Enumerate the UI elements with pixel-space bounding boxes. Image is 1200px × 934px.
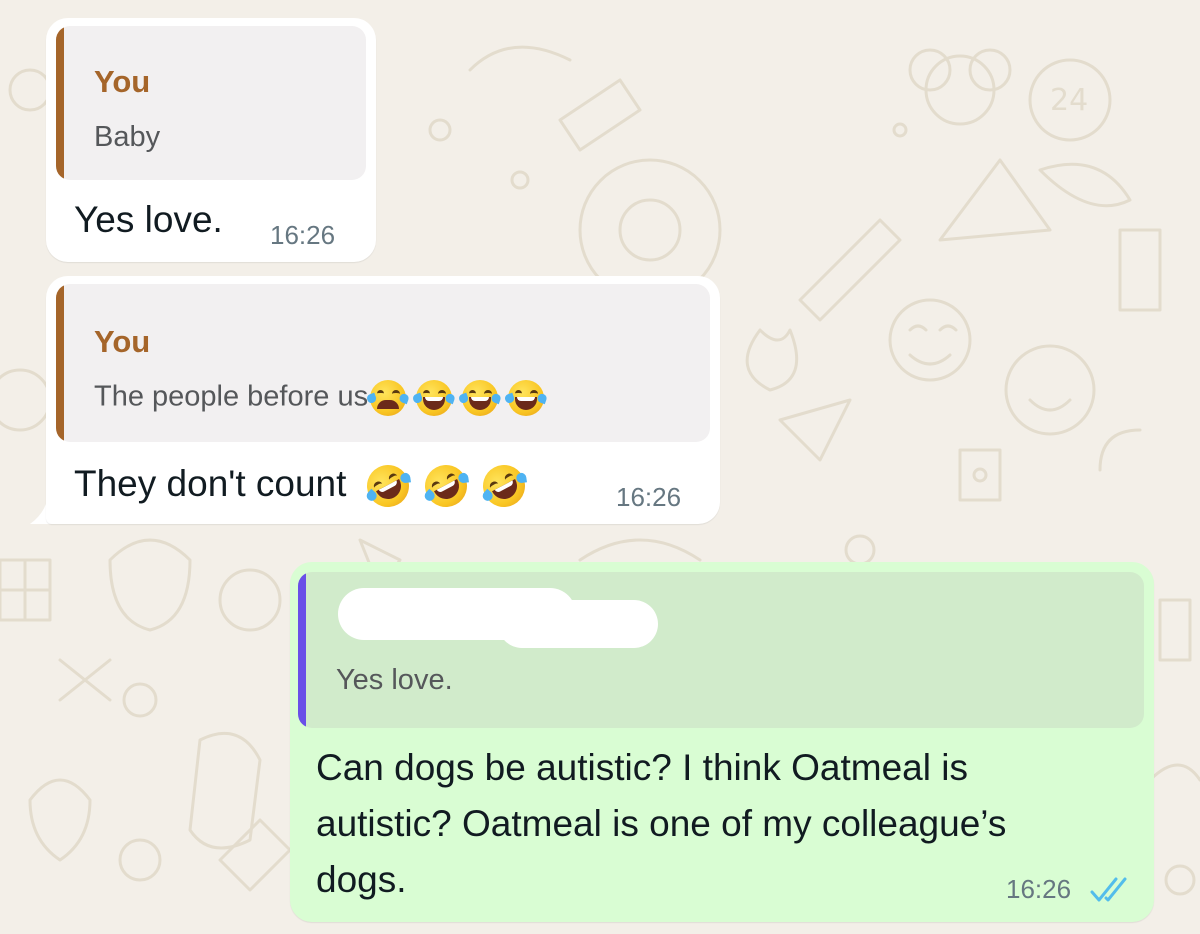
message-text-line: Can dogs be autistic? I think Oatmeal is bbox=[316, 747, 968, 788]
quote-text: Yes love. bbox=[336, 664, 453, 696]
redacted-author-name-extension bbox=[498, 600, 658, 648]
face-with-tears-of-joy-emoji bbox=[458, 380, 503, 416]
message-bubble-outgoing[interactable]: Yes love. Can dogs be autistic? I think … bbox=[290, 562, 1154, 922]
message-bubble-incoming[interactable]: You Baby Yes love. 16:26 bbox=[46, 18, 376, 262]
rolling-on-the-floor-laughing-emoji bbox=[475, 457, 533, 515]
quote-text: Baby bbox=[94, 121, 161, 153]
quote-accent-bar bbox=[56, 26, 64, 180]
quote-accent-bar bbox=[56, 284, 64, 442]
message-timestamp: 16:26 bbox=[270, 220, 336, 250]
loudly-crying-face-emoji bbox=[366, 380, 411, 416]
message-text: Can dogs be autistic? I think Oatmeal is… bbox=[316, 740, 1006, 908]
quote-accent-bar bbox=[298, 572, 306, 728]
message-timestamp: 16:26 bbox=[616, 482, 682, 512]
message-text-label: They don't count bbox=[74, 463, 347, 504]
message-text-line: autistic? Oatmeal is one of my colleague… bbox=[316, 803, 1007, 844]
message-text-line: dogs. bbox=[316, 859, 407, 900]
message-text: Yes love. bbox=[74, 199, 223, 240]
quote-text-label: The people before us bbox=[94, 380, 369, 413]
quoted-message[interactable]: You The people before us bbox=[56, 284, 710, 442]
face-with-tears-of-joy-emoji bbox=[412, 380, 457, 416]
message-text: They don't count bbox=[74, 456, 533, 515]
quoted-message[interactable]: You Baby bbox=[56, 26, 366, 180]
svg-text:24: 24 bbox=[1050, 83, 1088, 118]
quote-author: You bbox=[94, 324, 151, 359]
face-with-tears-of-joy-emoji bbox=[504, 380, 549, 416]
message-timestamp: 16:26 bbox=[1006, 874, 1072, 904]
rolling-on-the-floor-laughing-emoji bbox=[417, 457, 475, 515]
quoted-message[interactable]: Yes love. bbox=[298, 572, 1144, 728]
double-check-read-icon bbox=[1090, 877, 1127, 902]
quote-author: You bbox=[94, 64, 151, 99]
message-bubble-incoming[interactable]: You The people before us They don't coun… bbox=[46, 276, 720, 524]
rolling-on-the-floor-laughing-emoji bbox=[359, 457, 417, 515]
quote-text: The people before us bbox=[94, 380, 549, 416]
